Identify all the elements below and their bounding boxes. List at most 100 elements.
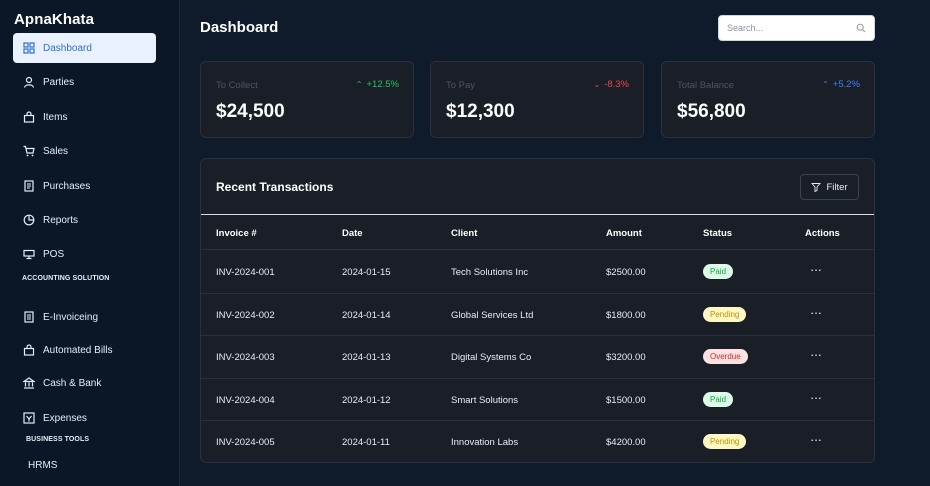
trend-value: -8.3% <box>604 79 629 90</box>
filter-button[interactable]: Filter <box>800 174 859 200</box>
more-actions-icon[interactable]: ··· <box>810 262 822 277</box>
date-cell: 2024-01-11 <box>342 437 390 449</box>
sidebar-item-hrms[interactable]: HRMS <box>28 460 57 471</box>
sidebar-item-label: Expenses <box>43 412 87 424</box>
sidebar-item-label: Dashboard <box>43 42 92 54</box>
stat-value: $24,500 <box>216 101 285 122</box>
stat-value: $12,300 <box>446 101 515 122</box>
sidebar-item-dashboard[interactable]: Dashboard <box>13 33 156 63</box>
invoice-cell: INV-2024-002 <box>216 309 275 321</box>
client-cell: Digital Systems Co <box>451 352 532 364</box>
sidebar-item-label: Sales <box>43 145 69 157</box>
receipt-icon <box>23 180 35 192</box>
client-cell: Innovation Labs <box>451 437 519 449</box>
sidebar-item-label: Purchases <box>43 180 91 192</box>
pie-chart-icon <box>23 214 35 226</box>
status-badge: Pending <box>703 306 747 322</box>
amount-cell: $1800.00 <box>606 309 646 321</box>
more-actions-icon[interactable]: ··· <box>810 432 822 447</box>
brand-logo[interactable]: ApnaKhata <box>14 11 94 28</box>
dashboard-icon <box>23 42 35 54</box>
date-cell: 2024-01-12 <box>342 394 391 406</box>
column-header-status[interactable]: Status <box>703 228 732 239</box>
table-row[interactable]: INV-2024-005 2024-01-11 Innovation Labs $42… <box>201 421 874 462</box>
recent-transactions-panel: Recent Transactions Filter Invoice # Dat… <box>200 158 875 463</box>
search-box[interactable] <box>718 15 875 41</box>
column-header-invoice[interactable]: Invoice # <box>216 228 257 239</box>
trend-up-icon: ⌃ <box>355 80 363 89</box>
monitor-icon <box>23 248 35 260</box>
search-input[interactable] <box>727 23 847 33</box>
column-header-actions: Actions <box>805 228 840 239</box>
sidebar-item-reports[interactable]: Reports <box>13 205 156 235</box>
invoice-cell: INV-2024-003 <box>216 352 275 364</box>
page-title: Dashboard <box>200 19 279 36</box>
table-row[interactable]: INV-2024-004 2024-01-12 Smart Solutions $15… <box>201 379 874 422</box>
sidebar-item-cash-bank[interactable]: Cash & Bank <box>13 368 156 398</box>
sidebar-item-label: POS <box>43 248 65 260</box>
stat-label: To Collect <box>216 80 258 91</box>
table-row[interactable]: INV-2024-001 2024-01-15 Tech Solutions Inc… <box>201 251 874 294</box>
date-cell: 2024-01-15 <box>342 267 391 278</box>
bag-icon <box>23 111 35 123</box>
client-cell: Tech Solutions Inc <box>451 267 529 278</box>
invoice-cell: INV-2024-005 <box>216 437 275 449</box>
sidebar-item-purchases[interactable]: Purchases <box>13 171 156 201</box>
filter-icon <box>811 182 822 192</box>
sidebar-item-sales[interactable]: Sales <box>13 136 156 166</box>
sidebar-item-label: Cash & Bank <box>43 377 102 389</box>
sidebar-item-label: Parties <box>43 76 75 88</box>
status-badge: Overdue <box>703 349 748 365</box>
more-actions-icon[interactable]: ··· <box>810 347 822 362</box>
trend-value: +5.2% <box>832 79 860 90</box>
sidebar-item-label: Automated Bills <box>43 344 113 356</box>
stat-card-to-pay: To Pay $12,300 ⌄ -8.3% <box>430 61 644 138</box>
sidebar-item-pos[interactable]: POS <box>13 239 156 269</box>
date-cell: 2024-01-13 <box>342 352 391 364</box>
table-row[interactable]: INV-2024-002 2024-01-14 Global Services Lt… <box>201 294 874 337</box>
filter-label: Filter <box>826 181 848 193</box>
column-header-amount[interactable]: Amount <box>606 228 642 239</box>
expense-icon <box>23 412 35 424</box>
cart-icon <box>23 145 35 157</box>
user-icon <box>23 76 35 88</box>
amount-cell: $1500.00 <box>606 394 646 406</box>
stat-card-to-collect: To Collect $24,500 ⌃ +12.5% <box>200 61 414 138</box>
stat-trend: ⌃ +5.2% <box>822 79 860 90</box>
sidebar-item-label: E-Invoiceing <box>43 311 99 323</box>
invoice-cell: INV-2024-004 <box>216 394 275 406</box>
table-row[interactable]: INV-2024-003 2024-01-13 Digital Systems Co… <box>201 336 874 379</box>
stat-trend: ⌃ +12.5% <box>356 79 399 90</box>
amount-cell: $4200.00 <box>606 437 646 449</box>
status-badge: Paid <box>703 391 734 407</box>
sidebar-item-label: Items <box>43 111 68 123</box>
more-actions-icon[interactable]: ··· <box>810 305 822 320</box>
invoice-cell: INV-2024-001 <box>216 267 275 278</box>
client-cell: Global Services Ltd <box>451 309 534 321</box>
status-badge: Pending <box>703 434 747 450</box>
column-header-client[interactable]: Client <box>451 228 477 239</box>
section-label-accounting: ACCOUNTING SOLUTION <box>22 275 110 282</box>
date-cell: 2024-01-14 <box>342 309 391 321</box>
sidebar-item-parties[interactable]: Parties <box>13 67 156 97</box>
sidebar-item-items[interactable]: Items <box>13 102 156 132</box>
status-badge: Paid <box>703 264 734 279</box>
sidebar-item-expenses[interactable]: Expenses <box>13 403 156 433</box>
stat-card-total-balance: Total Balance $56,800 ⌃ +5.2% <box>661 61 875 138</box>
search-icon[interactable] <box>856 23 866 33</box>
bank-icon <box>23 377 35 389</box>
section-label-business: BUSINESS TOOLS <box>26 436 90 443</box>
stat-label: Total Balance <box>677 80 735 91</box>
column-header-date[interactable]: Date <box>342 228 363 239</box>
sidebar-item-e-invoicing[interactable]: E-Invoiceing <box>13 302 156 332</box>
panel-title: Recent Transactions <box>216 180 334 194</box>
more-actions-icon[interactable]: ··· <box>810 390 822 405</box>
sidebar-item-automated-bills[interactable]: Automated Bills <box>13 335 156 365</box>
trend-down-icon: ⌄ <box>593 80 601 89</box>
sidebar-item-label: Reports <box>43 214 79 226</box>
invoice-icon <box>23 311 35 323</box>
trend-value: +12.5% <box>366 79 400 90</box>
amount-cell: $2500.00 <box>606 267 646 278</box>
stat-trend: ⌄ -8.3% <box>593 79 629 90</box>
amount-cell: $3200.00 <box>606 352 646 364</box>
